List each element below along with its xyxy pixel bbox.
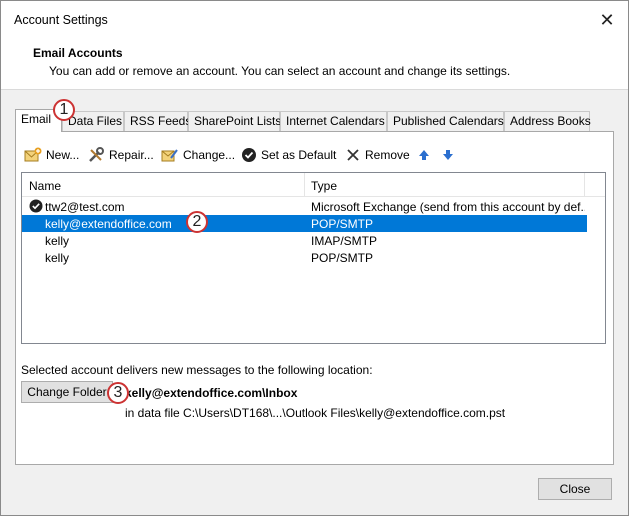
change-folder-button[interactable]: Change Folder [21, 381, 113, 403]
column-header-type[interactable]: Type [311, 179, 337, 193]
account-row[interactable]: ttw2@test.com Microsoft Exchange (send f… [22, 198, 587, 215]
repair-button-label: Repair... [109, 148, 154, 162]
default-account-check-icon [29, 199, 43, 213]
account-type: POP/SMTP [311, 217, 374, 231]
arrow-down-icon [443, 150, 453, 160]
window-title: Account Settings [14, 13, 108, 27]
repair-tools-icon [89, 147, 104, 162]
account-row-selected[interactable]: kelly@extendoffice.com POP/SMTP [22, 215, 587, 232]
delivery-folder-path: kelly@extendoffice.com\Inbox [125, 386, 298, 400]
column-divider [304, 173, 305, 197]
delivery-data-file: in data file C:\Users\DT168\...\Outlook … [125, 406, 506, 420]
tab-internet-calendars[interactable]: Internet Calendars [280, 111, 387, 131]
new-button[interactable]: New... [24, 146, 79, 164]
checkmark-circle-icon [242, 148, 256, 162]
remove-button-label: Remove [365, 148, 410, 162]
account-row[interactable]: kelly POP/SMTP [22, 249, 587, 266]
account-settings-dialog: Account Settings ✕ Email Accounts You ca… [0, 0, 629, 516]
account-name: kelly [45, 234, 70, 248]
title-bar: Account Settings ✕ [1, 1, 628, 40]
annotation-marker-1: 1 [53, 99, 75, 121]
change-button[interactable]: Change... [161, 146, 235, 164]
account-type: IMAP/SMTP [311, 234, 378, 248]
move-up-button[interactable] [418, 146, 434, 164]
new-account-icon [24, 147, 42, 162]
account-name: kelly@extendoffice.com [45, 217, 172, 231]
column-header-name[interactable]: Name [29, 179, 61, 193]
dialog-header: Email Accounts You can add or remove an … [1, 40, 628, 90]
close-icon[interactable]: ✕ [596, 9, 618, 31]
repair-button[interactable]: Repair... [87, 146, 154, 164]
new-button-label: New... [46, 148, 80, 162]
header-title: Email Accounts [33, 46, 123, 60]
list-header: Name Type [22, 173, 605, 197]
change-account-icon [161, 149, 178, 162]
account-list[interactable]: Name Type ttw2@test.com Microsoft Exchan… [21, 172, 606, 344]
move-down-button[interactable] [442, 146, 458, 164]
delivery-description: Selected account delivers new messages t… [21, 363, 373, 377]
remove-x-icon [347, 149, 359, 161]
tab-address-books[interactable]: Address Books [504, 111, 591, 131]
tab-rss-feeds[interactable]: RSS Feeds [124, 111, 191, 131]
annotation-marker-3: 3 [107, 382, 129, 404]
header-description: You can add or remove an account. You ca… [49, 64, 511, 78]
column-divider [584, 173, 585, 197]
account-type: Microsoft Exchange (send from this accou… [311, 200, 585, 214]
dialog-footer: Close [1, 467, 628, 515]
tab-sharepoint-lists[interactable]: SharePoint Lists [188, 111, 281, 131]
annotation-marker-2: 2 [186, 211, 208, 233]
account-row[interactable]: kelly IMAP/SMTP [22, 232, 587, 249]
set-as-default-label: Set as Default [261, 148, 337, 162]
change-button-label: Change... [183, 148, 236, 162]
account-name: ttw2@test.com [45, 200, 125, 214]
set-as-default-button[interactable]: Set as Default [241, 146, 336, 164]
tab-published-calendars[interactable]: Published Calendars [387, 111, 504, 131]
account-type: POP/SMTP [311, 251, 374, 265]
close-button[interactable]: Close [538, 478, 612, 500]
arrow-up-icon [419, 150, 429, 160]
account-name: kelly [45, 251, 70, 265]
remove-button[interactable]: Remove [345, 146, 410, 164]
